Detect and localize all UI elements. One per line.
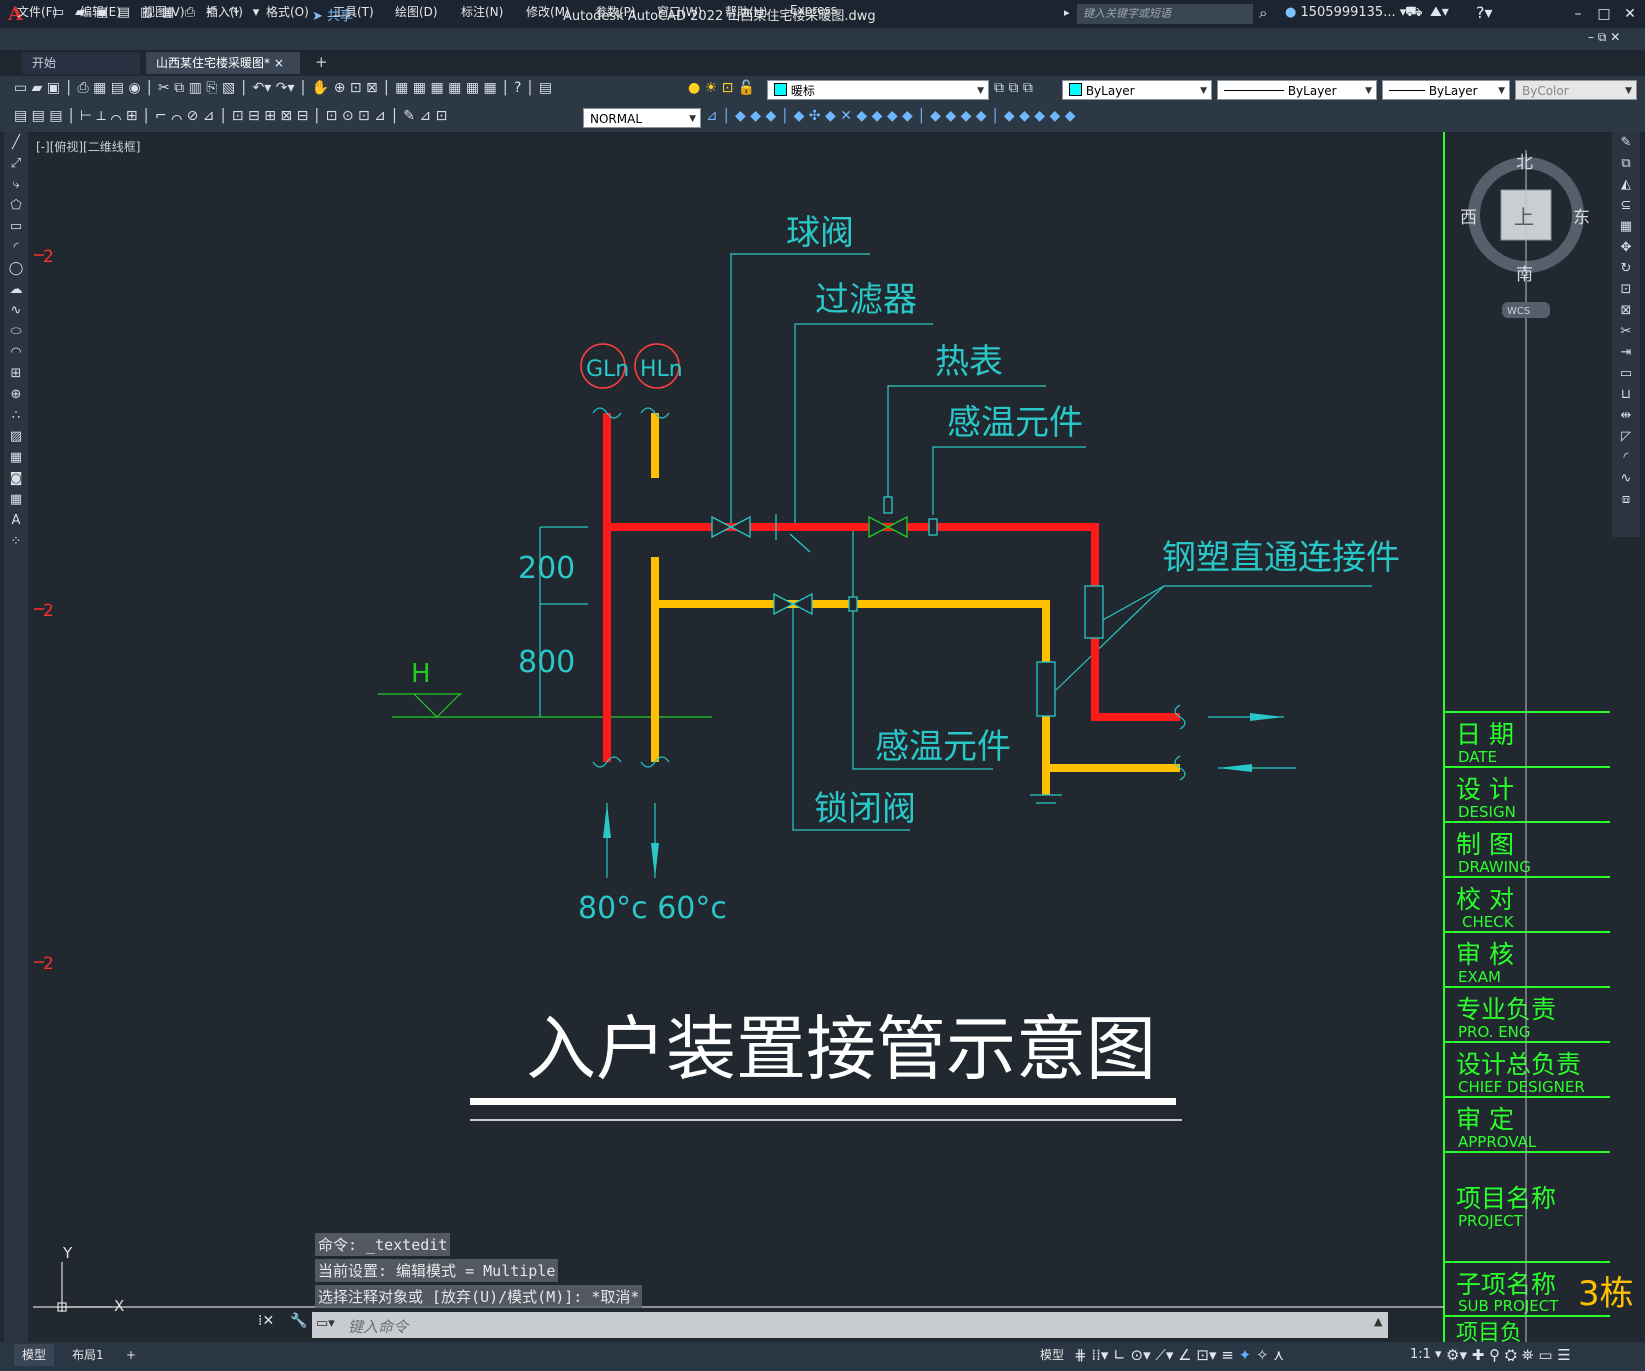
tb-date-en: DATE xyxy=(1458,748,1497,766)
gln-label: GLn xyxy=(586,357,629,382)
tb-design-en: DESIGN xyxy=(1458,803,1516,821)
filter-label: 过滤器 xyxy=(815,280,917,320)
level-h-label: H xyxy=(411,659,431,689)
compass-west[interactable]: 西 xyxy=(1460,208,1477,228)
compass-north[interactable]: 北 xyxy=(1516,153,1533,173)
command-history-line: 命令: _textedit xyxy=(315,1233,451,1256)
status-tools[interactable]: ⚙▾ ✚ ⚲ ⛭ ⛯ ▭ ☰ xyxy=(1446,1346,1571,1368)
model-space-toggle[interactable]: 模型 xyxy=(1032,1344,1072,1366)
ucs-x-label: X xyxy=(114,1297,124,1315)
tb-approval-en: APPROVAL xyxy=(1458,1133,1537,1151)
add-layout-button[interactable]: + xyxy=(118,1344,144,1366)
dimension-200-label: 200 xyxy=(518,551,575,586)
drawing-title: 入户装置接管示意图 xyxy=(526,1008,1156,1090)
compass-east[interactable]: 东 xyxy=(1573,208,1590,228)
tb-chief-en: CHIEF DESIGNER xyxy=(1458,1078,1585,1096)
tb-subproject-cn: 子项名称 xyxy=(1456,1270,1556,1299)
tb-approval-cn: 审 定 xyxy=(1456,1105,1514,1134)
tb-pro-eng-en: PRO. ENG xyxy=(1458,1023,1531,1041)
command-prompt-icon[interactable]: ▭▾ xyxy=(316,1316,335,1331)
tb-building-number: 3栋 xyxy=(1578,1274,1634,1314)
command-customize-icon[interactable]: 🔧 xyxy=(290,1313,307,1329)
steel-plastic-connector-label: 钢塑直通连接件 xyxy=(1162,538,1400,578)
supply-arrow-icon xyxy=(603,803,611,838)
break-mark-label: 2 xyxy=(43,247,54,267)
tb-drawing-en: DRAWING xyxy=(1458,858,1531,876)
annotation-scale-value: 1:1 xyxy=(1410,1347,1431,1362)
status-bar xyxy=(0,1342,1645,1371)
temp-sensor-bottom-label: 感温元件 xyxy=(875,727,1011,767)
floor-level-line xyxy=(378,693,712,718)
lock-valve-label: 锁闭阀 xyxy=(814,789,916,829)
command-line-input[interactable] xyxy=(312,1312,1388,1338)
tb-project-cn: 项目名称 xyxy=(1456,1184,1556,1213)
status-toggles[interactable]: ⋕ ⁞⁞▾ ∟ ⊙▾ ⟋▾ ∠ ⊡▾ ≡ ✦ ✧ ⋏ xyxy=(1074,1346,1284,1368)
inflow-arrow-icon xyxy=(1218,764,1252,772)
drawing-canvas[interactable]: 2 2 2 H 球阀 过滤器 热表 感温元件 钢塑直通连接件 感温元件 锁闭阀 … xyxy=(0,0,1645,1371)
command-history-line: 选择注释对象或 [放弃(U)/模式(M)]: *取消* xyxy=(315,1285,643,1308)
compass-south[interactable]: 南 xyxy=(1516,265,1533,285)
wcs-label[interactable]: WCS xyxy=(1507,306,1530,317)
break-mark-label: 2 xyxy=(43,954,54,974)
ucs-y-label: Y xyxy=(62,1244,73,1262)
command-history-line: 当前设置: 编辑模式 = Multiple xyxy=(315,1259,559,1282)
title-underline-thick xyxy=(470,1098,1176,1105)
tab-layout1[interactable]: 布局1 xyxy=(64,1344,112,1366)
temperature-label: 80°c 60°c xyxy=(578,891,727,926)
tb-check-cn: 校 对 xyxy=(1456,885,1514,914)
tb-design-cn: 设 计 xyxy=(1456,775,1514,804)
tab-model[interactable]: 模型 xyxy=(14,1344,55,1366)
tb-pro-eng-cn: 专业负责 xyxy=(1456,995,1556,1024)
command-history-toggle-icon[interactable]: ▲ xyxy=(1374,1315,1382,1328)
dimension-800-label: 800 xyxy=(518,645,575,680)
return-arrow-icon xyxy=(651,843,659,878)
tb-exam-en: EXAM xyxy=(1458,968,1501,986)
tb-chief-cn: 设计总负责 xyxy=(1456,1050,1581,1079)
tb-subproject-en: SUB PROJECT xyxy=(1458,1297,1559,1315)
command-close-icon[interactable]: ⁞✕ xyxy=(258,1313,274,1329)
tb-check-en: CHECK xyxy=(1462,913,1515,931)
command-placeholder[interactable]: 键入命令 xyxy=(348,1316,408,1337)
break-mark-label: 2 xyxy=(43,601,54,621)
outflow-arrow-icon xyxy=(1250,713,1284,721)
hln-label: HLn xyxy=(640,357,683,382)
tb-date-cn: 日 期 xyxy=(1456,720,1514,749)
heat-meter-label: 热表 xyxy=(935,342,1003,382)
tb-exam-cn: 审 核 xyxy=(1456,940,1514,969)
ucs-icon xyxy=(33,1262,1444,1312)
temp-sensor-top-label: 感温元件 xyxy=(947,403,1083,443)
heat-meter-valve xyxy=(868,515,908,539)
tb-drawing-cn: 制 图 xyxy=(1456,830,1514,859)
viewcube-top-label[interactable]: 上 xyxy=(1514,205,1534,229)
tb-project-en: PROJECT xyxy=(1458,1212,1524,1230)
annotation-scale[interactable]: 1:1 ▾ xyxy=(1410,1347,1442,1362)
ball-valve-label: 球阀 xyxy=(786,213,854,253)
